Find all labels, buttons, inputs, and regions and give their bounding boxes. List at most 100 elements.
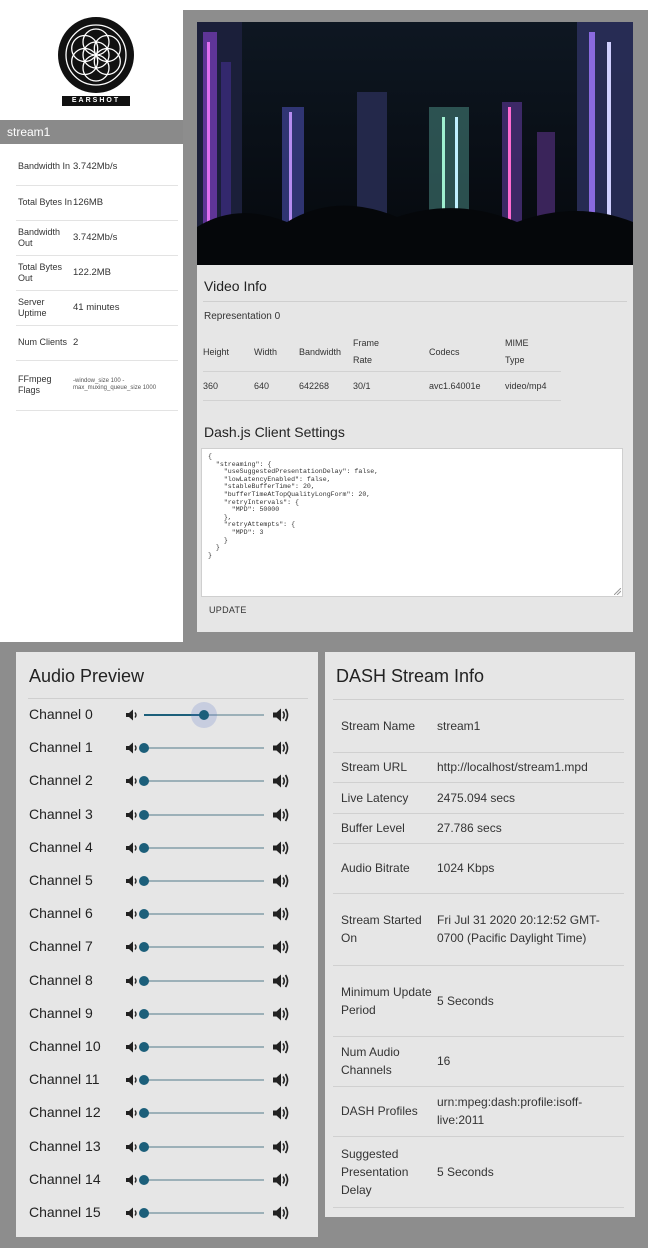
stat-value: 2 (73, 325, 178, 361)
server-stats-table: Bandwidth In 3.742Mb/s Total Bytes In 12… (16, 148, 178, 411)
volume-low-icon[interactable] (125, 808, 139, 822)
channel-volume-slider[interactable] (125, 1037, 293, 1057)
representation-label: Representation 0 (204, 311, 281, 322)
slider-thumb[interactable] (139, 1141, 149, 1152)
volume-high-icon[interactable] (272, 807, 290, 823)
slider-thumb[interactable] (139, 1174, 149, 1185)
slider-thumb[interactable] (139, 909, 149, 920)
slider-thumb[interactable] (199, 710, 209, 720)
channel-volume-slider[interactable] (125, 1004, 293, 1024)
volume-low-icon[interactable] (125, 907, 139, 921)
volume-high-icon[interactable] (272, 973, 290, 989)
volume-low-icon[interactable] (125, 1173, 139, 1187)
slider-track[interactable] (144, 880, 264, 882)
volume-low-icon[interactable] (125, 874, 139, 888)
volume-low-icon[interactable] (125, 1073, 139, 1087)
slider-track[interactable] (144, 1012, 264, 1015)
volume-high-icon[interactable] (272, 1105, 290, 1121)
channel-volume-slider[interactable] (125, 971, 293, 991)
volume-low-icon[interactable] (125, 940, 139, 954)
volume-low-icon[interactable] (125, 1106, 139, 1120)
channel-volume-slider[interactable] (125, 1070, 293, 1090)
slider-thumb[interactable] (139, 1008, 149, 1019)
volume-high-icon[interactable] (272, 906, 290, 922)
slider-thumb[interactable] (139, 1108, 149, 1119)
info-label: Stream URL (333, 752, 437, 783)
slider-track[interactable] (144, 979, 264, 982)
volume-high-icon[interactable] (272, 1205, 290, 1221)
info-label: Stream Started On (333, 893, 437, 966)
volume-high-icon[interactable] (272, 1006, 290, 1022)
table-cell: 360 (203, 371, 254, 401)
column-header: Height (203, 333, 254, 372)
channel-volume-slider[interactable] (125, 805, 293, 825)
channel-label: Channel 15 (29, 1204, 101, 1220)
slider-thumb[interactable] (139, 842, 149, 853)
volume-high-icon[interactable] (272, 1072, 290, 1088)
channel-volume-slider[interactable] (125, 1137, 293, 1157)
stat-row: Server Uptime 41 minutes (16, 290, 178, 326)
slider-track[interactable] (144, 747, 264, 750)
volume-high-icon[interactable] (272, 1172, 290, 1188)
slider-thumb[interactable] (139, 942, 149, 953)
channel-volume-slider[interactable] (125, 1103, 293, 1123)
volume-high-icon[interactable] (272, 840, 290, 856)
volume-low-icon[interactable] (125, 841, 139, 855)
channel-volume-slider[interactable] (125, 771, 293, 791)
table-cell: avc1.64001e (429, 371, 505, 401)
channel-volume-slider[interactable] (125, 702, 293, 728)
slider-thumb[interactable] (139, 776, 149, 787)
volume-high-icon[interactable] (272, 1039, 290, 1055)
channel-volume-slider[interactable] (125, 738, 293, 758)
dash-info-table: Stream Name stream1 Stream URL http://lo… (333, 700, 624, 1208)
slider-track[interactable] (144, 1212, 264, 1214)
slider-thumb[interactable] (139, 975, 149, 986)
video-player[interactable] (197, 22, 633, 265)
volume-high-icon[interactable] (272, 773, 290, 789)
volume-high-icon[interactable] (272, 873, 290, 889)
info-label: Suggested Presentation Delay (333, 1136, 437, 1208)
volume-low-icon[interactable] (125, 741, 139, 755)
channel-volume-slider[interactable] (125, 1170, 293, 1190)
table-cell: 642268 (299, 371, 353, 401)
slider-thumb[interactable] (139, 809, 149, 820)
slider-track[interactable] (144, 913, 264, 916)
volume-high-icon[interactable] (272, 707, 290, 723)
slider-thumb[interactable] (139, 1042, 149, 1052)
volume-high-icon[interactable] (272, 1139, 290, 1155)
slider-track[interactable] (144, 1079, 264, 1082)
client-settings-textarea[interactable]: { "streaming": { "useSuggestedPresentati… (201, 448, 623, 597)
slider-thumb[interactable] (139, 1075, 149, 1086)
slider-track[interactable] (144, 946, 264, 949)
slider-thumb[interactable] (139, 876, 149, 886)
channel-volume-slider[interactable] (125, 1203, 293, 1223)
slider-track[interactable] (144, 1112, 264, 1115)
slider-track[interactable] (144, 813, 264, 816)
column-header: Bandwidth (299, 333, 353, 372)
table-cell: 640 (254, 371, 299, 401)
volume-low-icon[interactable] (125, 1140, 139, 1154)
channel-label: Channel 14 (29, 1170, 101, 1187)
volume-low-icon[interactable] (125, 974, 139, 988)
channel-volume-slider[interactable] (125, 871, 293, 891)
slider-track[interactable] (144, 780, 264, 783)
channel-volume-slider[interactable] (125, 937, 293, 957)
update-button[interactable]: UPDATE (209, 605, 247, 615)
volume-low-icon[interactable] (125, 708, 139, 722)
table-row: DASH Profiles urn:mpeg:dash:profile:isof… (333, 1086, 624, 1137)
slider-thumb[interactable] (139, 1208, 149, 1218)
resize-handle-icon[interactable] (614, 588, 621, 595)
slider-track[interactable] (144, 846, 264, 849)
volume-high-icon[interactable] (272, 740, 290, 756)
slider-track[interactable] (144, 1046, 264, 1048)
slider-track[interactable] (144, 1145, 264, 1148)
volume-low-icon[interactable] (125, 1007, 139, 1021)
slider-thumb[interactable] (139, 743, 149, 754)
channel-volume-slider[interactable] (125, 838, 293, 858)
volume-low-icon[interactable] (125, 1206, 139, 1220)
slider-track[interactable] (144, 1178, 264, 1181)
volume-high-icon[interactable] (272, 939, 290, 955)
volume-low-icon[interactable] (125, 774, 139, 788)
volume-low-icon[interactable] (125, 1040, 139, 1054)
channel-volume-slider[interactable] (125, 904, 293, 924)
